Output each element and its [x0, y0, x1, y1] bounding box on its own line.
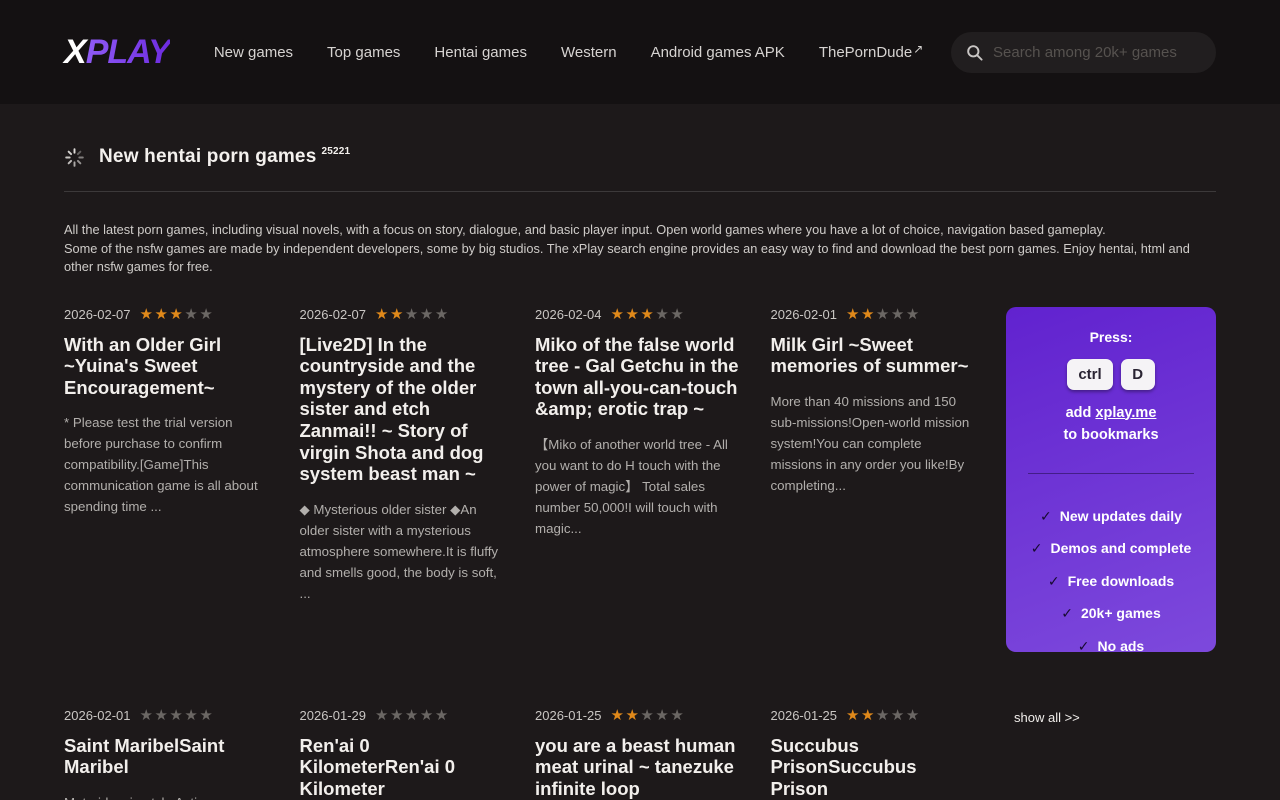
game-card[interactable]: 2026-01-25 ★★★★★ you are a beast human m…	[535, 708, 740, 800]
show-all-link[interactable]: show all >>	[1006, 708, 1080, 800]
logo-play: PLAY	[86, 33, 170, 71]
rating-stars: ★★★★★	[375, 708, 450, 723]
shortcut-keys: ctrl D	[1020, 359, 1202, 390]
feature-list: ✓ New updates daily ✓ Demos and complete ✓…	[1020, 508, 1202, 655]
page-title: New hentai porn games 25221	[99, 146, 350, 168]
bookmark-promo-card: Press: ctrl D add xplay.me to bookmarks …	[1006, 307, 1216, 652]
intro-line-1: All the latest porn games, including vis…	[64, 222, 1106, 237]
d-key: D	[1121, 359, 1155, 390]
site-logo[interactable]: XPLAY	[64, 33, 170, 72]
game-description: Metroidvania-style Action ...	[64, 792, 269, 800]
game-title[interactable]: Miko of the false world tree - Gal Getch…	[535, 334, 740, 421]
game-description: ◆ Mysterious older sister ◆An older sist…	[300, 499, 505, 604]
game-title[interactable]: Succubus PrisonSuccubus Prison	[771, 735, 976, 800]
game-card[interactable]: 2026-02-04 ★★★★★ Miko of the false world…	[535, 307, 740, 652]
games-grid: 2026-02-07 ★★★★★ With an Older Girl ~Yui…	[64, 307, 1216, 800]
check-icon: ✓	[1031, 540, 1043, 556]
main-nav: New games Top games Hentai games Western…	[214, 44, 923, 61]
card-meta: 2026-01-25 ★★★★★	[771, 708, 976, 723]
card-meta: 2026-01-29 ★★★★★	[300, 708, 505, 723]
add-bookmark-line: add xplay.me	[1020, 405, 1202, 421]
game-date: 2026-02-01	[64, 708, 131, 723]
rating-stars: ★★★★★	[611, 307, 686, 322]
card-meta: 2026-02-07 ★★★★★	[300, 307, 505, 322]
nav-theporndude[interactable]: ThePornDude↗	[819, 44, 923, 61]
nav-android-apk[interactable]: Android games APK	[651, 44, 785, 61]
page-heading-row: New hentai porn games 25221	[64, 146, 1216, 168]
search-input[interactable]	[993, 44, 1202, 61]
rating-stars: ★★★★★	[140, 708, 215, 723]
feature-label: Demos and complete	[1050, 540, 1191, 556]
game-title[interactable]: [Live2D] In the countryside and the myst…	[300, 334, 505, 485]
game-date: 2026-01-25	[535, 708, 602, 723]
game-card[interactable]: 2026-01-29 ★★★★★ Ren'ai 0 KilometerRen'a…	[300, 708, 505, 800]
feature-item: ✓ 20k+ games	[1020, 605, 1202, 622]
game-title[interactable]: With an Older Girl ~Yuina's Sweet Encour…	[64, 334, 269, 399]
game-description: More than 40 missions and 150 sub-missio…	[771, 391, 976, 496]
game-card[interactable]: 2026-01-25 ★★★★★ Succubus PrisonSuccubus…	[771, 708, 976, 800]
card-meta: 2026-02-01 ★★★★★	[771, 307, 976, 322]
feature-label: New updates daily	[1060, 508, 1182, 524]
game-date: 2026-02-07	[300, 307, 367, 322]
xplay-me-link[interactable]: xplay.me	[1095, 405, 1156, 421]
rating-stars: ★★★★★	[846, 708, 921, 723]
nav-theporndude-label: ThePornDude	[819, 44, 912, 61]
card-meta: 2026-02-07 ★★★★★	[64, 307, 269, 322]
nav-new-games[interactable]: New games	[214, 44, 293, 61]
feature-label: No ads	[1098, 638, 1145, 654]
loading-spinner-icon	[64, 147, 85, 168]
game-title[interactable]: Milk Girl ~Sweet memories of summer~	[771, 334, 976, 377]
rating-stars: ★★★★★	[611, 708, 686, 723]
feature-item: ✓ Demos and complete	[1020, 540, 1202, 557]
page-title-text: New hentai porn games	[99, 146, 316, 167]
card-meta: 2026-02-01 ★★★★★	[64, 708, 269, 723]
game-date: 2026-02-07	[64, 307, 131, 322]
intro-line-2: Some of the nsfw games are made by indep…	[64, 241, 1190, 275]
game-card[interactable]: 2026-02-07 ★★★★★ With an Older Girl ~Yui…	[64, 307, 269, 652]
nav-top-games[interactable]: Top games	[327, 44, 400, 61]
game-date: 2026-01-29	[300, 708, 367, 723]
game-card[interactable]: 2026-02-01 ★★★★★ Milk Girl ~Sweet memori…	[771, 307, 976, 652]
feature-label: Free downloads	[1068, 573, 1175, 589]
nav-hentai-games[interactable]: Hentai games	[434, 44, 527, 61]
game-title[interactable]: you are a beast human meat urinal ~ tane…	[535, 735, 740, 800]
add-label: add	[1066, 405, 1092, 421]
rating-stars: ★★★★★	[140, 307, 215, 322]
main-content: New hentai porn games 25221 All the lates…	[0, 146, 1280, 800]
feature-label: 20k+ games	[1081, 605, 1161, 621]
game-title[interactable]: Ren'ai 0 KilometerRen'ai 0 Kilometer	[300, 735, 505, 800]
press-label: Press:	[1020, 329, 1202, 345]
rating-stars: ★★★★★	[375, 307, 450, 322]
game-card[interactable]: 2026-02-07 ★★★★★ [Live2D] In the country…	[300, 307, 505, 652]
feature-item: ✓ Free downloads	[1020, 573, 1202, 590]
check-icon: ✓	[1040, 508, 1052, 524]
game-card[interactable]: 2026-02-01 ★★★★★ Saint MaribelSaint Mari…	[64, 708, 269, 800]
search-bar[interactable]	[951, 32, 1216, 73]
promo-divider	[1028, 473, 1194, 474]
card-meta: 2026-02-04 ★★★★★	[535, 307, 740, 322]
games-count-badge: 25221	[321, 146, 350, 157]
game-description: 【Miko of another world tree - All you wa…	[535, 434, 740, 539]
search-icon	[965, 43, 984, 62]
feature-item: ✓ New updates daily	[1020, 508, 1202, 525]
game-date: 2026-01-25	[771, 708, 838, 723]
check-icon: ✓	[1078, 638, 1090, 654]
nav-western[interactable]: Western	[561, 44, 617, 61]
site-header: XPLAY New games Top games Hentai games W…	[0, 0, 1280, 104]
logo-x: X	[64, 33, 86, 71]
check-icon: ✓	[1061, 605, 1073, 621]
game-date: 2026-02-04	[535, 307, 602, 322]
game-date: 2026-02-01	[771, 307, 838, 322]
ctrl-key: ctrl	[1067, 359, 1112, 390]
check-icon: ✓	[1048, 573, 1060, 589]
heading-divider	[64, 191, 1216, 192]
game-description: * Please test the trial version before p…	[64, 412, 269, 517]
external-link-icon: ↗	[913, 42, 923, 56]
card-meta: 2026-01-25 ★★★★★	[535, 708, 740, 723]
intro-text: All the latest porn games, including vis…	[64, 221, 1216, 277]
game-title[interactable]: Saint MaribelSaint Maribel	[64, 735, 269, 778]
feature-item: ✓ No ads	[1020, 638, 1202, 655]
rating-stars: ★★★★★	[846, 307, 921, 322]
to-bookmarks-line: to bookmarks	[1020, 427, 1202, 443]
